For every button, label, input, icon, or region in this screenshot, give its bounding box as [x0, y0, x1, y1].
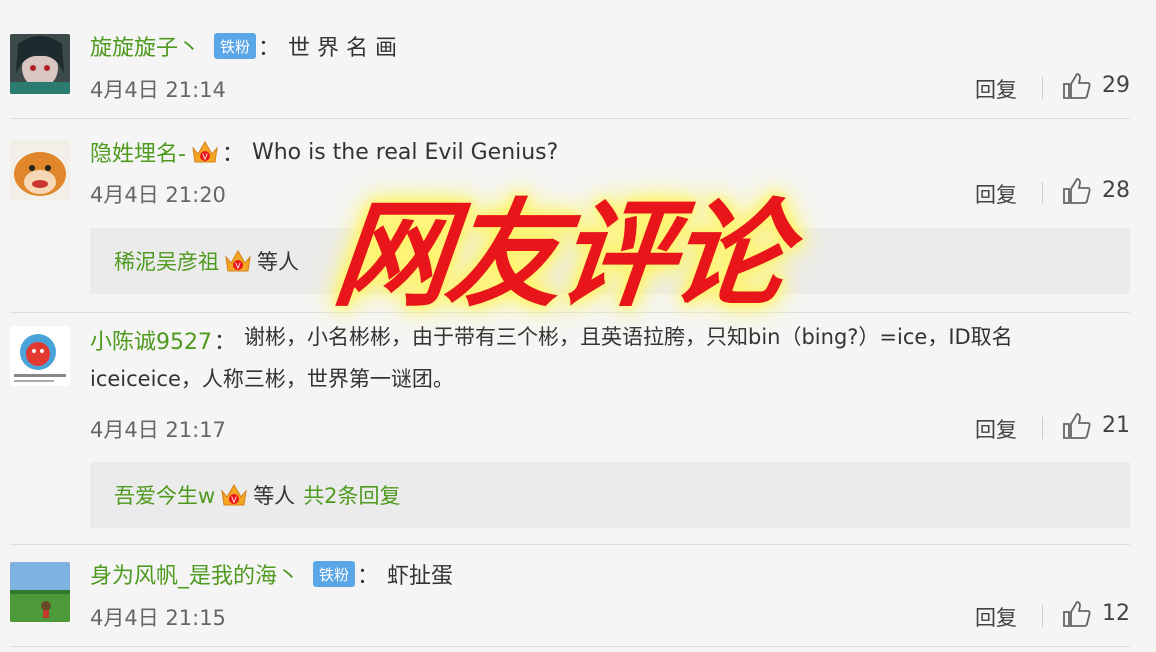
avatar[interactable] — [10, 326, 70, 386]
sub-reply-username[interactable]: 稀泥吴彦祖 — [114, 246, 219, 276]
crown-icon: V — [223, 247, 253, 275]
timestamp: 4月4日 21:20 — [90, 183, 226, 207]
like-icon[interactable] — [1062, 600, 1092, 628]
like-count: 28 — [1102, 178, 1130, 203]
like-count: 29 — [1102, 73, 1130, 98]
username-link[interactable]: 隐姓埋名- — [90, 136, 186, 168]
divider — [10, 544, 1130, 545]
sub-reply-suffix: 等人 — [257, 250, 299, 274]
overlay-title: 网友评论 — [327, 188, 790, 323]
crown-icon: V — [219, 481, 249, 509]
like-icon[interactable] — [1062, 177, 1092, 205]
comment-text: 世 界 名 画 — [288, 36, 398, 61]
fan-badge: 铁粉 — [214, 33, 257, 59]
svg-text:V: V — [235, 262, 241, 271]
avatar[interactable] — [10, 562, 70, 622]
reply-button[interactable]: 回复 — [975, 602, 1017, 632]
username-link[interactable]: 身为风帆_是我的海丶 — [90, 558, 299, 590]
avatar[interactable] — [10, 140, 70, 200]
comment-text: 虾扯蛋 — [387, 564, 454, 589]
reply-button[interactable]: 回复 — [975, 414, 1017, 444]
colon: ： — [258, 36, 281, 61]
fan-badge: 铁粉 — [313, 561, 356, 587]
timestamp: 4月4日 21:14 — [90, 78, 226, 102]
separator — [1042, 182, 1043, 204]
like-count: 12 — [1102, 601, 1130, 626]
username-link[interactable]: 旋旋旋子丶 — [90, 30, 200, 62]
svg-text:V: V — [202, 153, 208, 162]
colon: ： — [357, 564, 380, 589]
avatar[interactable] — [10, 34, 70, 94]
separator — [1042, 77, 1043, 99]
svg-text:V: V — [231, 496, 237, 505]
separator — [1042, 605, 1043, 627]
comment-text-line: iceiceice，人称三彬，世界第一谜团。 — [90, 367, 454, 391]
colon: ： — [221, 142, 244, 167]
sub-reply-username[interactable]: 吾爱今生w — [114, 480, 215, 510]
separator — [1042, 417, 1043, 439]
divider — [10, 646, 1130, 647]
timestamp: 4月4日 21:17 — [90, 418, 226, 442]
like-icon[interactable] — [1062, 412, 1092, 440]
reply-button[interactable]: 回复 — [975, 74, 1017, 104]
sub-reply-suffix: 等人 — [253, 484, 296, 508]
sub-reply-box[interactable]: 吾爱今生w V 等人 共2条回复 — [90, 462, 1130, 528]
like-icon[interactable] — [1062, 72, 1092, 100]
divider — [10, 118, 1130, 119]
sub-reply-count-link[interactable]: 共2条回复 — [303, 480, 400, 510]
timestamp: 4月4日 21:15 — [90, 606, 226, 630]
like-count: 21 — [1102, 413, 1130, 438]
reply-button[interactable]: 回复 — [975, 179, 1017, 209]
crown-icon: V — [190, 138, 220, 166]
